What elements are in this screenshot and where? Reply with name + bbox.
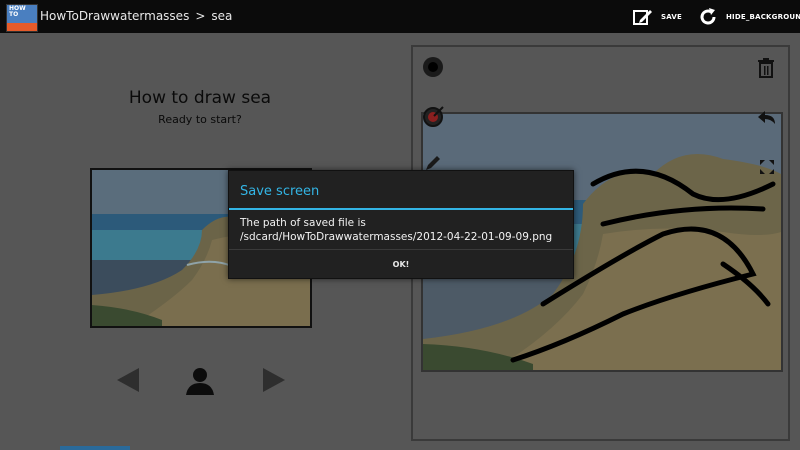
expand-icon[interactable] xyxy=(758,158,776,176)
lesson-subtitle: Ready to start? xyxy=(158,113,242,126)
pencil-save-icon xyxy=(633,10,652,25)
breadcrumb-app[interactable]: HowToDrawwatermasses xyxy=(40,9,189,23)
app-icon-stripe xyxy=(7,23,37,31)
undo-icon[interactable] xyxy=(757,110,777,126)
save-label: SAVE xyxy=(661,13,682,21)
save-dialog: Save screen The path of saved file is /s… xyxy=(228,170,574,279)
color-picker-icon[interactable] xyxy=(422,106,444,128)
dialog-title-divider xyxy=(229,208,573,210)
action-bar: HOW TO HowToDrawwatermasses > sea SAVE HID… xyxy=(0,0,800,33)
app-icon-text: HOW TO xyxy=(9,5,26,18)
lesson-title: How to draw sea xyxy=(128,88,272,108)
brush-size-icon[interactable] xyxy=(422,56,444,78)
hide-background-label: HIDE_BACKGROUND xyxy=(726,13,800,21)
dialog-message: The path of saved file is /sdcard/HowToD… xyxy=(240,216,552,244)
arrow-left-icon[interactable] xyxy=(115,367,141,393)
ok-button[interactable]: OK! xyxy=(229,250,573,278)
breadcrumb: HowToDrawwatermasses > sea xyxy=(40,9,232,23)
breadcrumb-current: sea xyxy=(211,9,233,23)
save-button[interactable]: SAVE xyxy=(633,6,682,28)
hide-background-button[interactable]: HIDE_BACKGROUND xyxy=(698,6,800,28)
person-icon[interactable] xyxy=(184,367,216,395)
arrow-right-icon[interactable] xyxy=(261,367,287,393)
trash-icon[interactable] xyxy=(757,58,775,78)
refresh-icon xyxy=(700,8,716,25)
app-icon[interactable]: HOW TO xyxy=(6,4,38,32)
dialog-title: Save screen xyxy=(240,184,320,199)
dialog-message-path: /sdcard/HowToDrawwatermasses/2012-04-22-… xyxy=(240,231,553,243)
breadcrumb-separator: > xyxy=(195,9,206,23)
bottom-indicator xyxy=(60,446,130,450)
dialog-message-line1: The path of saved file is xyxy=(240,217,366,229)
